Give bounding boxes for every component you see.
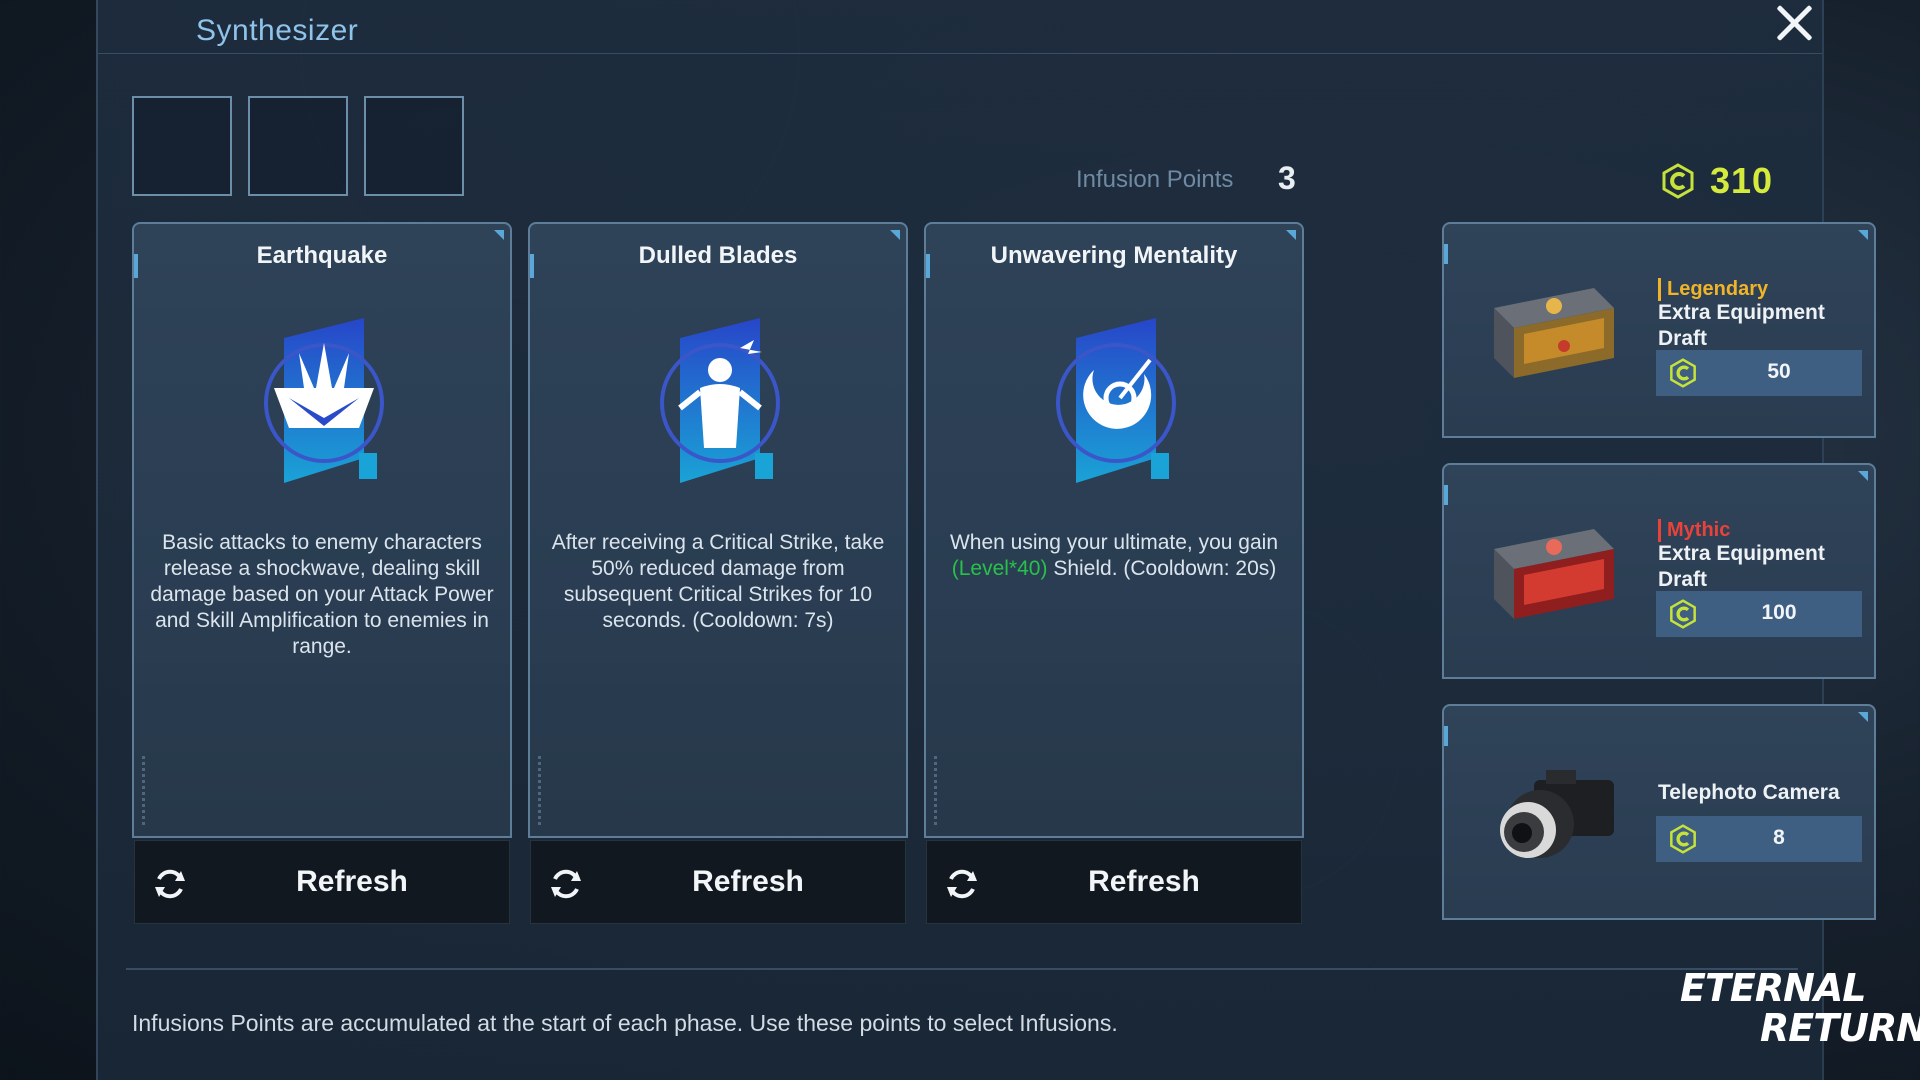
credit-icon — [1668, 358, 1698, 388]
refresh-icon — [547, 865, 585, 903]
footer-hint: Infusions Points are accumulated at the … — [132, 1010, 1118, 1036]
title-bar: Synthesizer — [98, 0, 1822, 54]
game-logo: ETERNAL RETURN — [1680, 966, 1920, 1056]
refresh-icon — [151, 865, 189, 903]
item-name: Extra Equipment Draft — [1658, 301, 1825, 350]
credit-icon — [1668, 599, 1698, 629]
buy-button[interactable]: 100 — [1656, 591, 1862, 637]
refresh-label: Refresh — [1088, 865, 1200, 898]
description-formula: (Level*40) — [951, 557, 1048, 580]
refresh-button[interactable]: Refresh — [926, 840, 1302, 924]
refresh-button[interactable]: Refresh — [530, 840, 906, 924]
legendary-chest-icon — [1484, 268, 1624, 388]
infusion-card-earthquake[interactable]: Earthquake Basic attacks to enemy charac… — [132, 222, 512, 838]
price-value: 50 — [1767, 360, 1791, 383]
dulled-blades-icon — [650, 308, 790, 488]
infusion-card-unwavering-mentality[interactable]: Unwavering Mentality When using your ult… — [924, 222, 1304, 838]
refresh-button[interactable]: Refresh — [134, 840, 510, 924]
item-name: Telephoto Camera — [1658, 781, 1840, 804]
camera-icon — [1484, 750, 1624, 870]
earthquake-icon — [254, 308, 394, 488]
credit-icon — [1660, 163, 1696, 199]
unwavering-mentality-icon — [1046, 308, 1186, 488]
rarity-label: Mythic — [1658, 519, 1730, 542]
infusion-card-dulled-blades[interactable]: Dulled Blades After receiving a Critical… — [528, 222, 908, 838]
infusion-slot-3[interactable] — [364, 96, 464, 196]
shop-item-mythic-draft[interactable]: Mythic Extra Equipment Draft 100 — [1442, 463, 1876, 679]
mythic-chest-icon — [1484, 509, 1624, 629]
card-title: Dulled Blades — [638, 242, 798, 269]
card-serial — [142, 756, 145, 826]
infusion-points-value: 3 — [1278, 160, 1296, 196]
footer-divider — [126, 968, 1798, 970]
description-text: Shield. (Cooldown: 20s) — [1053, 557, 1277, 580]
refresh-label: Refresh — [692, 865, 804, 898]
currency-amount: 310 — [1710, 160, 1774, 201]
price-value: 8 — [1773, 826, 1785, 849]
card-description: After receiving a Critical Strike, take … — [551, 531, 885, 632]
refresh-label: Refresh — [296, 865, 408, 898]
currency-display: 310 — [1660, 160, 1773, 202]
logo-line-2: RETURN — [1760, 1006, 1920, 1050]
item-accent — [1444, 244, 1448, 264]
infusion-slot-2[interactable] — [248, 96, 348, 196]
buy-button[interactable]: 8 — [1656, 816, 1862, 862]
card-title: Unwavering Mentality — [990, 242, 1238, 269]
rarity-label: Legendary — [1658, 278, 1768, 301]
item-accent — [1444, 485, 1448, 505]
card-serial — [934, 756, 937, 826]
shop-item-legendary-draft[interactable]: Legendary Extra Equipment Draft 50 — [1442, 222, 1876, 438]
card-description: When using your ultimate, you gain (Leve… — [936, 530, 1292, 582]
shop-item-telephoto-camera[interactable]: Telephoto Camera 8 — [1442, 704, 1876, 920]
item-name: Extra Equipment Draft — [1658, 542, 1825, 591]
close-icon[interactable] — [1772, 0, 1816, 44]
synthesizer-panel: Synthesizer Infusion Points 3 310 Earthq… — [96, 0, 1876, 1080]
card-serial — [538, 756, 541, 826]
logo-line-1: ETERNAL — [1680, 966, 1867, 1010]
buy-button[interactable]: 50 — [1656, 350, 1862, 396]
item-accent — [1444, 726, 1448, 746]
card-title: Earthquake — [256, 242, 388, 269]
price-value: 100 — [1761, 601, 1797, 624]
infusion-slot-1[interactable] — [132, 96, 232, 196]
description-text: When using your ultimate, you gain — [949, 531, 1278, 554]
window-title: Synthesizer — [196, 14, 359, 47]
infusion-points-label: Infusion Points — [1076, 166, 1234, 193]
refresh-icon — [943, 865, 981, 903]
credit-icon — [1668, 824, 1698, 854]
card-description: Basic attacks to enemy characters releas… — [150, 531, 494, 658]
